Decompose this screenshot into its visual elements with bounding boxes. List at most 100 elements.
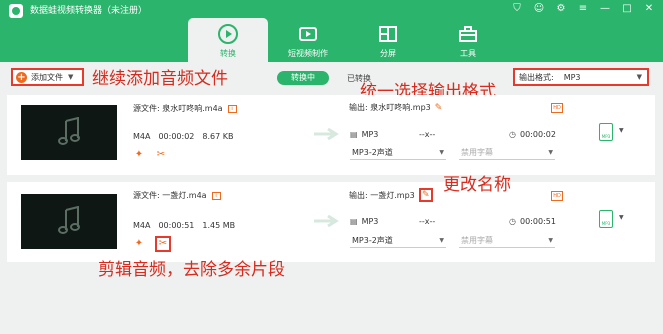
magic-wand-icon[interactable]: ✦ [133,149,145,161]
chevron-down-icon: ▼ [636,73,642,81]
output-file: 输出: 一盏灯.mp3 ✎ [349,188,433,202]
source-file: 源文件: 泉水叮咚响.m4a i [133,103,237,114]
thumbnail [21,194,117,249]
tab-label: 转换 [220,49,236,58]
source-size: 1.45 MB [202,221,236,230]
file-row: 源文件: 一盏灯.m4a i M4A 00:00:51 1.45 MB ✦ ✂ 输… [7,182,655,262]
output-duration: 00:00:02 [519,130,556,139]
settings-icon[interactable]: ⚙ [553,2,569,16]
tab-label: 分屏 [380,49,396,58]
output-format: MP3 [361,217,379,226]
source-filename: 源文件: 一盏灯.m4a [133,191,207,200]
mp3-file-icon[interactable]: MP3 [599,123,613,141]
title-bar: 数据蛙视频转换器（未注册） ⛉ ☺ ⚙ ≡ — □ ✕ 转换 短视频制作 分屏 … [0,0,663,62]
tab-converting[interactable]: 转换中 [277,71,329,85]
chevron-down-icon: ▼ [439,237,444,244]
plus-icon: + [16,71,27,83]
subtitle-value: 禁用字幕 [461,148,493,157]
clock-icon: ◷ [509,217,516,226]
chevron-down-icon: ▼ [548,149,553,156]
add-file-button[interactable]: + 添加文件 ▼ [11,68,84,86]
app-title: 数据蛙视频转换器（未注册） [30,6,148,16]
source-duration: 00:00:02 [158,132,195,141]
tab-split-screen[interactable]: 分屏 [348,18,428,62]
arrow-right-icon [314,214,339,228]
clock-icon: ◷ [509,130,516,139]
info-icon[interactable]: i [227,104,237,113]
audio-track-select[interactable]: MP3-2声道 ▼ [350,235,446,248]
audio-track-select[interactable]: MP3-2声道 ▼ [350,147,446,160]
source-meta: M4A 00:00:51 1.45 MB [133,221,235,230]
output-format: MP3 [361,130,379,139]
format-icon: ▤ [350,130,358,139]
toolbox-icon [459,26,477,42]
output-format-value: MP3 [563,72,581,82]
edit-tools: ✦ ✂ [133,149,167,161]
subtitle-select[interactable]: 禁用字幕 ▼ [459,235,555,248]
resolution-icon[interactable]: HD [551,103,563,113]
scissors-icon[interactable]: ✂ [155,149,167,161]
user-icon[interactable]: ☺ [531,2,547,16]
output-meta: ▤ MP3 [350,130,378,139]
magic-wand-icon[interactable]: ✦ [133,238,145,250]
annotation-trim: 剪辑音频，去除多余片段 [98,260,285,280]
source-format: M4A [133,221,151,230]
output-duration-wrap: ◷ 00:00:02 [509,130,556,139]
close-icon[interactable]: ✕ [641,2,657,16]
output-filename: 输出: 一盏灯.mp3 [349,190,415,200]
minimize-icon[interactable]: — [597,2,613,16]
output-resolution: --x-- [419,130,436,139]
source-format: M4A [133,132,151,141]
app-logo-icon [9,4,23,18]
info-icon[interactable]: i [211,191,221,200]
maximize-icon[interactable]: □ [619,2,635,16]
source-duration: 00:00:51 [158,221,195,230]
arrow-right-icon [314,127,339,141]
audio-track-value: MP3-2声道 [352,148,393,157]
output-duration: 00:00:51 [519,217,556,226]
tab-tools[interactable]: 工具 [428,18,508,62]
window-controls: ⛉ ☺ ⚙ ≡ — □ ✕ [509,2,657,16]
output-format-select[interactable]: 输出格式: MP3 ▼ [513,68,649,86]
add-file-label: 添加文件 [31,72,63,82]
annotation-add-files: 继续添加音频文件 [92,69,228,89]
subtitle-value: 禁用字幕 [461,236,493,245]
output-file: 输出: 泉水叮咚响.mp3 ✎ [349,102,442,113]
resolution-icon[interactable]: HD [551,191,563,201]
annotation-rename: 更改名称 [443,175,511,195]
menu-icon[interactable]: ≡ [575,2,591,16]
file-row: 源文件: 泉水叮咚响.m4a i M4A 00:00:02 8.67 KB ✦ ✂… [7,95,655,175]
chevron-down-icon: ▼ [548,237,553,244]
scissors-icon[interactable]: ✂ [155,236,171,252]
source-filename: 源文件: 泉水叮咚响.m4a [133,104,223,113]
main-tabs: 转换 短视频制作 分屏 工具 [188,18,508,62]
output-filename: 输出: 泉水叮咚响.mp3 [349,103,431,112]
music-note-icon [58,206,80,234]
split-screen-icon [379,26,397,42]
source-meta: M4A 00:00:02 8.67 KB [133,132,234,141]
thumbnail [21,105,117,160]
tab-label: 短视频制作 [288,49,328,58]
output-format-label: 输出格式: [519,72,554,82]
tab-video-make[interactable]: 短视频制作 [268,18,348,62]
subtitle-select[interactable]: 禁用字幕 ▼ [459,147,555,160]
tab-convert[interactable]: 转换 [188,18,268,62]
output-meta: ▤ MP3 [350,217,378,226]
chevron-down-icon[interactable]: ▼ [619,214,624,221]
audio-track-value: MP3-2声道 [352,236,393,245]
source-size: 8.67 KB [202,132,234,141]
chevron-down-icon: ▼ [439,149,444,156]
cart-icon[interactable]: ⛉ [509,2,525,16]
pencil-icon[interactable]: ✎ [435,103,443,113]
tab-label: 工具 [460,49,476,58]
output-duration-wrap: ◷ 00:00:51 [509,217,556,226]
status-segment: 转换中 已转换 [277,71,371,85]
output-resolution: --x-- [419,217,436,226]
chevron-down-icon[interactable]: ▼ [68,73,73,81]
pencil-icon[interactable]: ✎ [418,188,433,202]
source-file: 源文件: 一盏灯.m4a i [133,190,221,201]
music-note-icon [58,117,80,145]
edit-tools: ✦ ✂ [133,236,171,252]
mp3-file-icon[interactable]: MP3 [599,210,613,228]
chevron-down-icon[interactable]: ▼ [619,127,624,134]
